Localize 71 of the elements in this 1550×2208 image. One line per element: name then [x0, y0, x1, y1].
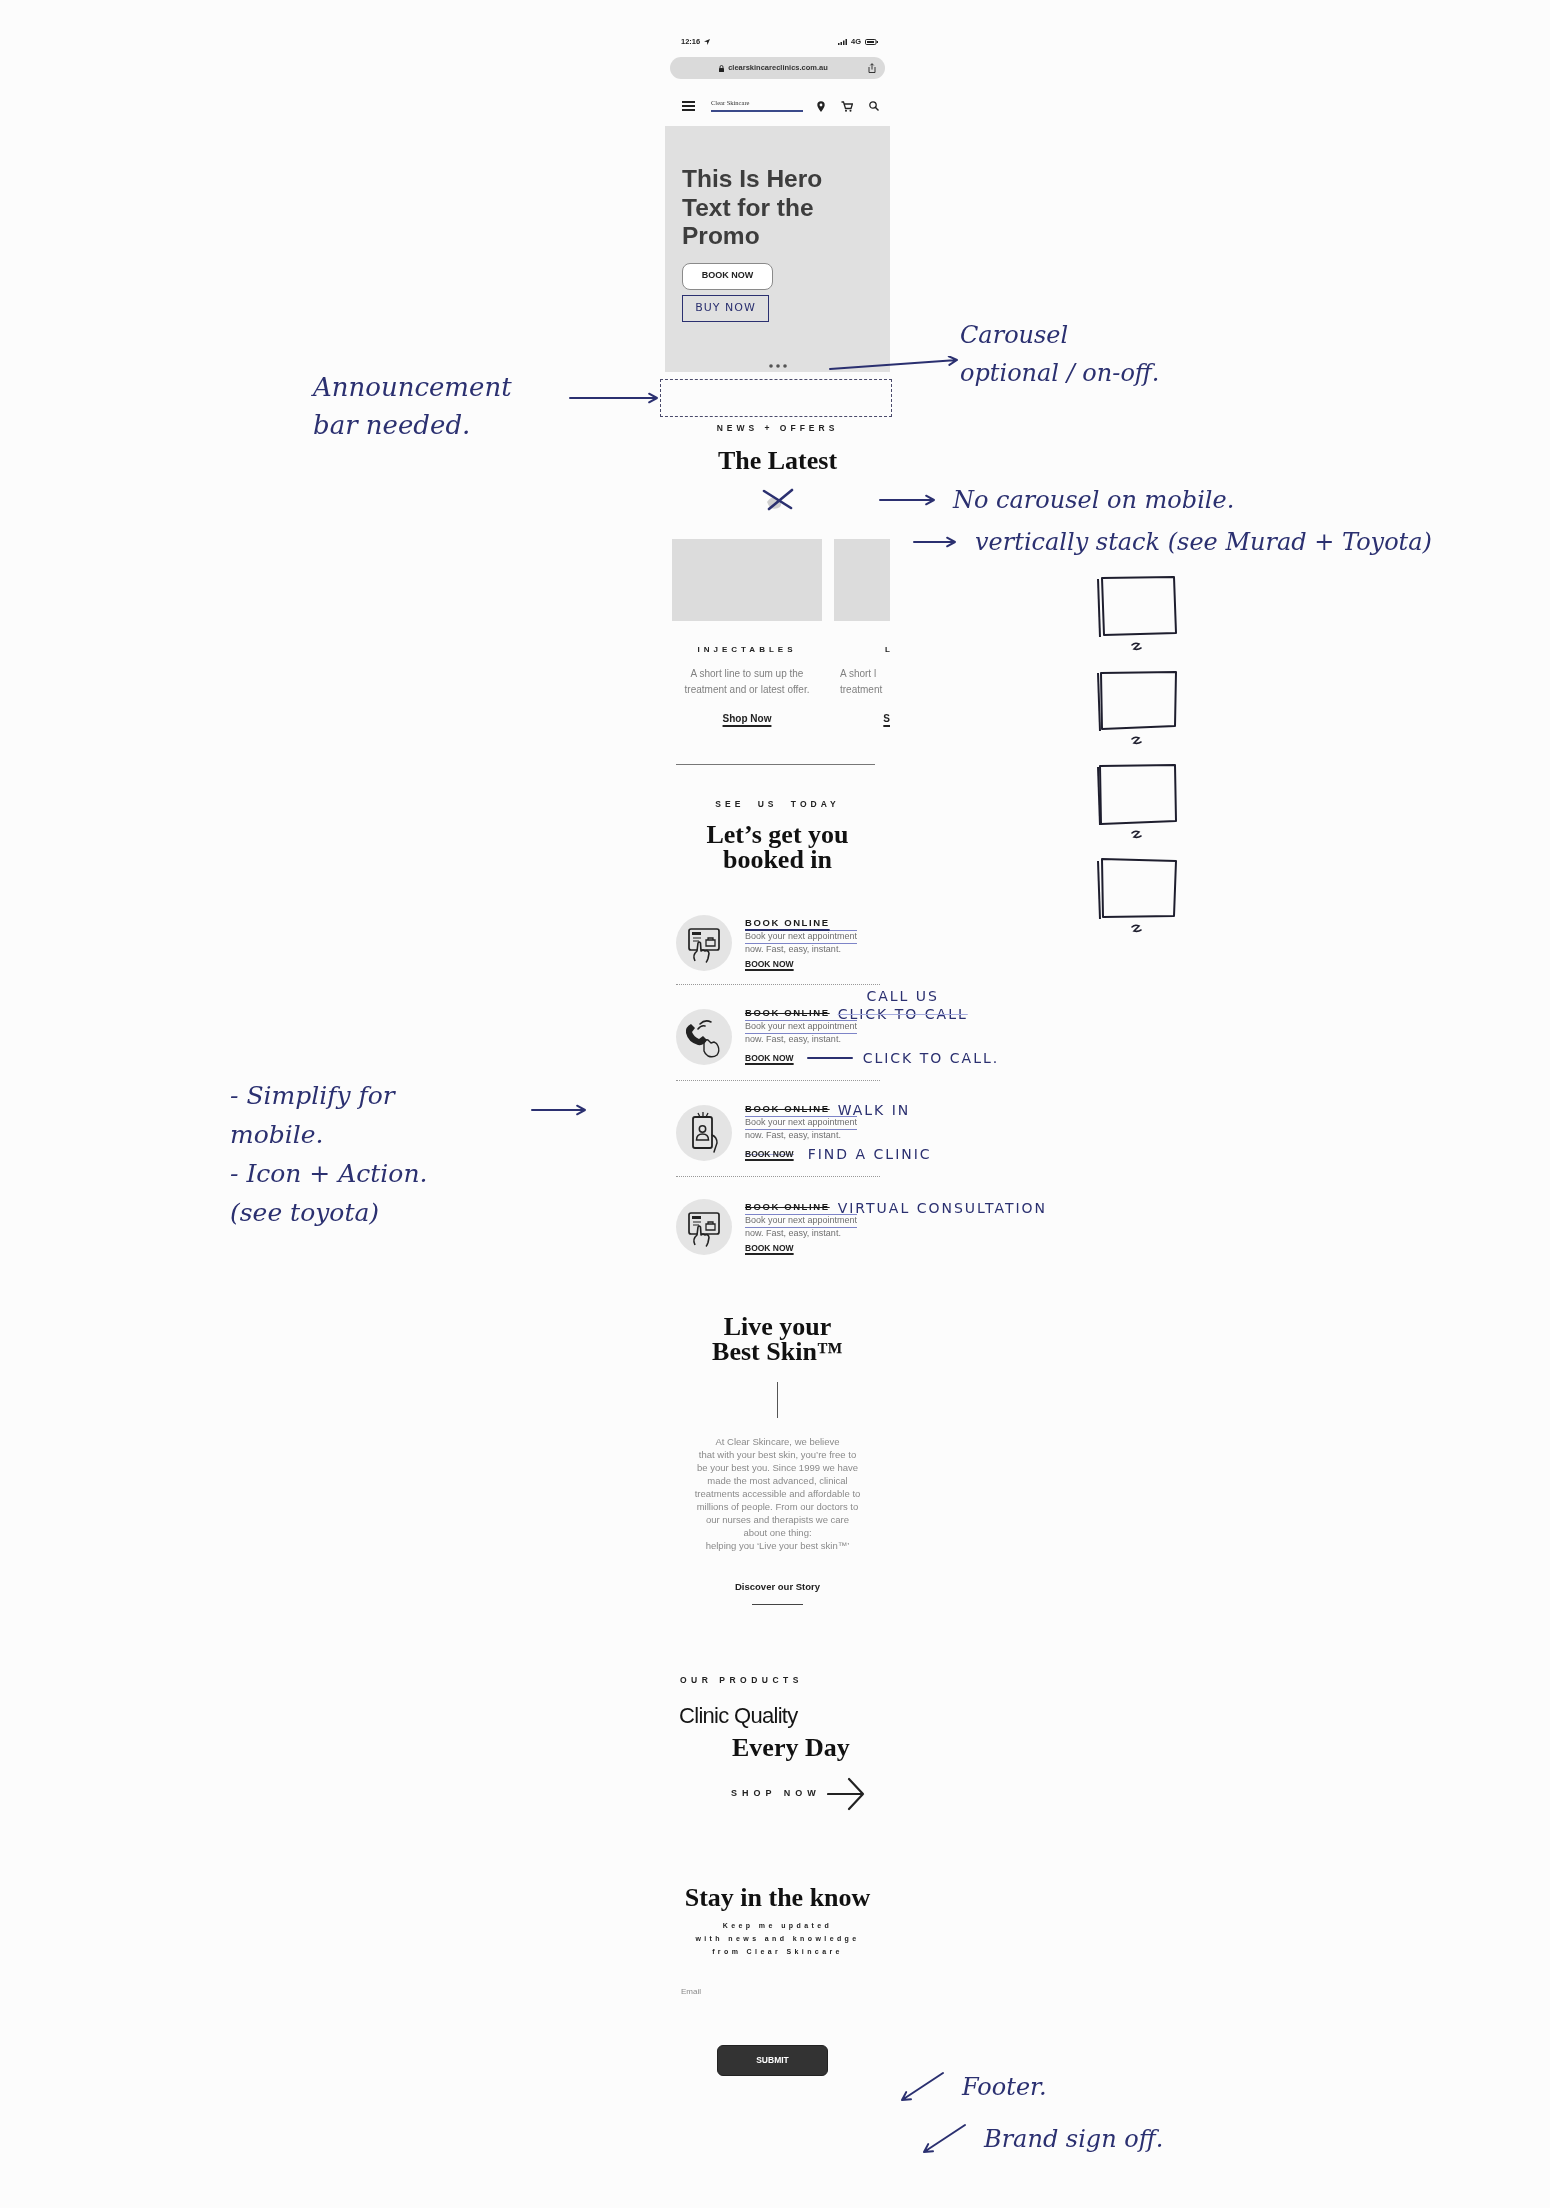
handwritten-note: CALL US [866, 987, 939, 1005]
card-description: A short l treatment [839, 667, 884, 697]
handwritten-note: Announcement bar needed. [313, 371, 512, 442]
hero-heading: This Is Hero Text for the Promo [682, 165, 823, 251]
location-pin-icon[interactable] [817, 100, 825, 112]
lock-icon [719, 64, 725, 72]
handwritten-note: Carousel optional / on-off. [960, 320, 1160, 389]
share-icon[interactable] [868, 63, 876, 73]
arrow-icon [828, 356, 960, 372]
handwritten-note: CLICK TO CALL. [862, 1049, 1000, 1067]
book-now-link[interactable]: BOOK NOW [745, 958, 794, 970]
section-heading: The Latest [716, 447, 839, 475]
carousel-dot [775, 364, 780, 368]
section-eyebrow: OUR PRODUCTS [679, 1674, 804, 1686]
option-description: Book your next appointment now. Fast, easy, instant. [745, 1020, 858, 1046]
option-title: BOOK ONLINE [745, 1103, 830, 1115]
handwritten-note: VIRTUAL CONSULTATION [837, 1198, 1048, 1216]
section-heading: Stay in the know [683, 1884, 872, 1912]
search-icon[interactable] [869, 101, 879, 111]
book-now-button[interactable]: BOOK NOW [682, 262, 773, 290]
section-heading: Clinic Quality [678, 1702, 799, 1730]
section-eyebrow: NEWS + OFFERS [715, 422, 840, 434]
option-description: Book your next appointment now. Fast, easy, instant. [745, 1116, 858, 1142]
handwritten-note: No carousel on mobile. [953, 485, 1235, 516]
card-category: L [884, 644, 890, 656]
option-title: BOOK ONLINE [745, 916, 830, 929]
arrow-icon [898, 2070, 946, 2104]
story-link[interactable]: Discover our Story [735, 1580, 820, 1594]
handwritten-note: vertically stack (see Murad + Toyota) [975, 527, 1432, 558]
shop-now-link[interactable]: SHOP NOW [731, 1777, 865, 1811]
section-eyebrow: SEE US TODAY [714, 798, 841, 810]
story-paragraph: At Clear Skincare, we believe that with your best skin, you’re free to be your best you. Since 1999 we have made the most advanced, clinical treatments accessible and affordable to millions of people. From our doctors to our nurses and therapists we care about one thing: helping you ‘Live your best skin™’ [693, 1435, 862, 1552]
arrow-icon [530, 1102, 588, 1118]
card-description: A short line to sum up the treatment and or latest offer. [683, 667, 811, 697]
arrow-icon [826, 1777, 865, 1811]
arrow-icon [912, 534, 957, 550]
shop-now-link[interactable]: S [883, 712, 890, 726]
card-category: INJECTABLES [696, 644, 798, 656]
book-now-link[interactable]: BOOK NOW [745, 1242, 794, 1254]
tablet-tap-icon [676, 1199, 732, 1255]
handwritten-note: FIND A CLINIC [807, 1145, 932, 1163]
crossed-out-icon [760, 487, 795, 511]
carousel-dot [782, 364, 787, 368]
book-now-link[interactable]: BOOK NOW [745, 1052, 794, 1064]
menu-icon[interactable] [682, 101, 695, 111]
section-heading: Live your Best Skin™ [711, 1314, 844, 1364]
location-arrow-icon [704, 39, 711, 45]
arrow-icon [920, 2122, 968, 2156]
submit-button[interactable]: SUBMIT [717, 2045, 828, 2076]
option-description: Book your next appointment now. Fast, easy, instant. [745, 1213, 858, 1240]
arrow-icon [878, 492, 936, 508]
carousel-dot [768, 364, 773, 368]
buy-now-sketch: BUY NOW [682, 294, 769, 322]
book-now-link[interactable]: BOOK NOW [745, 1148, 794, 1160]
shop-now-link[interactable]: Shop Now [722, 712, 772, 726]
option-description: Book your next appointment now. Fast, easy, instant. [745, 929, 858, 956]
section-heading: Every Day [732, 1733, 851, 1763]
handwritten-note: WALK IN [837, 1101, 911, 1118]
battery-icon [865, 39, 878, 45]
cart-icon[interactable] [841, 100, 853, 112]
handwritten-note: Brand sign off. [984, 2124, 1164, 2155]
phone-tap-icon [676, 1009, 732, 1065]
tablet-tap-icon [676, 915, 732, 971]
option-title: BOOK ONLINE [745, 1007, 830, 1019]
signal-icon [838, 39, 847, 45]
email-field[interactable]: Email [676, 1980, 876, 2002]
section-heading: Let’s get you booked in [705, 822, 850, 872]
handwritten-note: - Simplify for mobile. - Icon + Action. (see toyota) [230, 1080, 428, 1229]
phone-person-icon [676, 1105, 732, 1161]
handwritten-note: Footer. [962, 2072, 1047, 2103]
option-title: BOOK ONLINE [745, 1200, 830, 1213]
